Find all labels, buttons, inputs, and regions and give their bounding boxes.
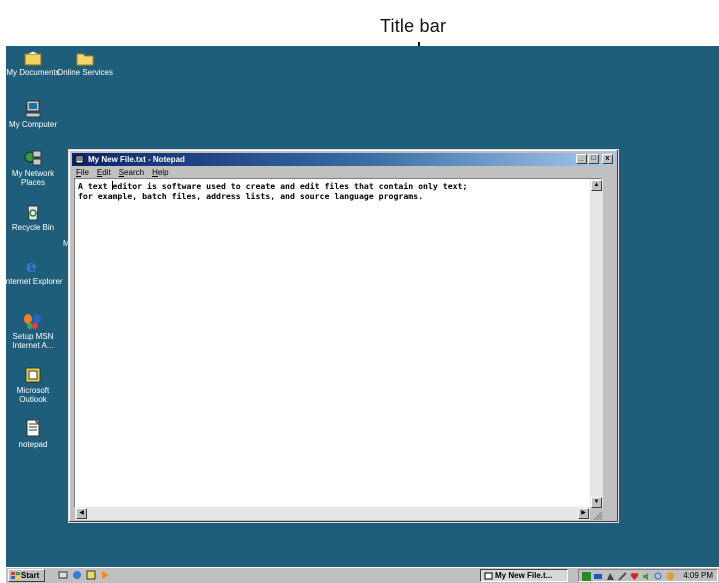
desktop-icon-label: Internet Explorer bbox=[3, 277, 63, 286]
system-tray: 4:09 PM bbox=[578, 569, 718, 582]
svg-text:e: e bbox=[26, 257, 37, 275]
notepad-task-icon bbox=[484, 572, 493, 580]
notepad-icon bbox=[75, 155, 84, 164]
desktop: My Documents Online Services My Computer… bbox=[3, 46, 719, 567]
desktop-icon-label: Microsoft Outlook bbox=[16, 386, 50, 404]
desktop-icon-network-places[interactable]: My Network Places bbox=[2, 149, 64, 187]
notepad-shortcut-icon bbox=[26, 418, 41, 437]
scroll-down-arrow-icon[interactable]: ▼ bbox=[591, 497, 602, 508]
taskbar: Start My New File.t... 4:09 PM bbox=[6, 567, 719, 583]
start-button[interactable]: Start bbox=[8, 569, 45, 582]
editor-line-2: for example, batch files, address lists,… bbox=[78, 191, 424, 201]
desktop-icon-label: My Computer bbox=[8, 120, 57, 129]
scroll-up-arrow-icon[interactable]: ▲ bbox=[591, 180, 602, 191]
tray-battery-icon[interactable] bbox=[594, 572, 603, 581]
tray-network-icon[interactable] bbox=[606, 572, 615, 581]
tray-shield-icon[interactable] bbox=[666, 572, 675, 581]
minimize-button[interactable]: _ bbox=[576, 154, 587, 164]
my-documents-icon bbox=[24, 50, 42, 66]
internet-explorer-icon: e bbox=[26, 257, 37, 275]
desktop-icon-msn-setup[interactable]: Setup MSN Internet A... bbox=[2, 312, 64, 350]
task-label: My New File.t... bbox=[495, 571, 553, 580]
desktop-icon-label: Recycle Bin bbox=[11, 223, 55, 232]
show-desktop-icon[interactable] bbox=[58, 570, 68, 580]
editor-text[interactable]: A text editor is software used to create… bbox=[78, 181, 467, 201]
menu-search[interactable]: Search bbox=[119, 167, 144, 178]
text-cursor bbox=[112, 181, 113, 190]
editor-line-1: A text editor is software used to create… bbox=[78, 181, 468, 191]
taskbar-clock[interactable]: 4:09 PM bbox=[683, 570, 713, 581]
callout-label: Title bar bbox=[380, 16, 447, 36]
horizontal-scrollbar[interactable]: ◀ ▶ bbox=[75, 507, 590, 520]
desktop-icon-label: My Documents bbox=[6, 68, 60, 77]
maximize-button[interactable]: □ bbox=[588, 154, 599, 164]
desktop-icon-label: Setup MSN Internet A... bbox=[12, 332, 54, 350]
desktop-icon-notepad[interactable]: notepad bbox=[2, 418, 64, 449]
msn-butterfly-icon bbox=[24, 314, 41, 329]
tray-heart-icon[interactable] bbox=[630, 572, 639, 581]
scroll-left-arrow-icon[interactable]: ◀ bbox=[76, 508, 87, 519]
close-button[interactable]: x bbox=[602, 154, 613, 164]
taskbar-notepad-button[interactable]: My New File.t... bbox=[480, 569, 568, 582]
outlook-icon bbox=[25, 367, 41, 383]
media-player-icon[interactable] bbox=[100, 570, 110, 580]
start-label: Start bbox=[21, 571, 40, 580]
online-services-folder-icon bbox=[76, 53, 94, 66]
desktop-icon-outlook[interactable]: Microsoft Outlook bbox=[2, 366, 64, 404]
quick-launch bbox=[58, 570, 110, 580]
menu-bar: File Edit Search Help bbox=[72, 167, 169, 178]
desktop-icon-label: Online Services bbox=[56, 68, 114, 77]
menu-edit[interactable]: Edit bbox=[97, 167, 111, 178]
windows-flag-icon bbox=[11, 572, 20, 579]
text-editor-area[interactable]: A text editor is software used to create… bbox=[74, 178, 603, 508]
scroll-right-arrow-icon[interactable]: ▶ bbox=[578, 508, 589, 519]
notepad-window[interactable]: My New File.txt - Notepad _ □ x File Edi… bbox=[68, 149, 619, 523]
recycle-bin-icon bbox=[27, 205, 39, 221]
tray-volume-icon[interactable] bbox=[642, 572, 651, 581]
outlook-quicklaunch-icon[interactable] bbox=[86, 570, 96, 580]
desktop-icon-internet-explorer[interactable]: e Internet Explorer bbox=[2, 257, 64, 286]
tray-search-icon[interactable] bbox=[654, 572, 663, 581]
title-bar[interactable]: My New File.txt - Notepad _ □ x bbox=[72, 153, 615, 166]
menu-file[interactable]: File bbox=[76, 167, 89, 178]
vertical-scrollbar[interactable]: ▲ ▼ bbox=[590, 179, 603, 509]
desktop-icon-online-services[interactable]: Online Services bbox=[54, 50, 116, 77]
menu-help[interactable]: Help bbox=[152, 167, 168, 178]
my-computer-icon bbox=[25, 100, 41, 118]
desktop-icon-my-computer[interactable]: My Computer bbox=[2, 100, 64, 129]
desktop-icon-label: notepad bbox=[18, 440, 48, 449]
window-title: My New File.txt - Notepad bbox=[88, 155, 185, 164]
tray-toshiba-icon[interactable] bbox=[582, 572, 591, 581]
network-places-icon bbox=[24, 150, 42, 166]
resize-grip-icon[interactable] bbox=[591, 508, 603, 521]
tray-pen-icon[interactable] bbox=[618, 572, 627, 581]
desktop-icon-label: My Network Places bbox=[11, 169, 55, 187]
ie-quicklaunch-icon[interactable] bbox=[72, 570, 82, 580]
desktop-icon-recycle-bin[interactable]: Recycle Bin bbox=[2, 203, 64, 232]
